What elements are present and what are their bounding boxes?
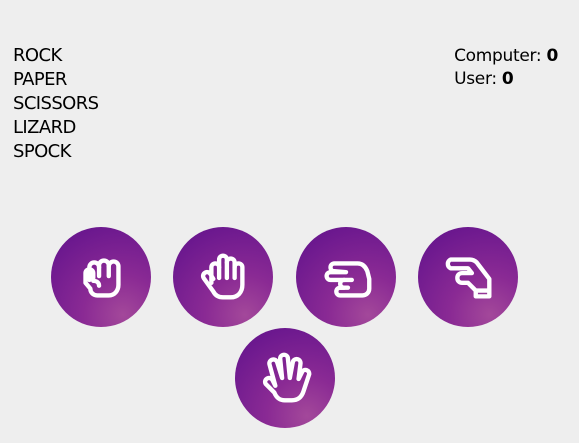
computer-score-value: 0 — [546, 46, 558, 66]
paper-button[interactable] — [173, 227, 273, 327]
scoreboard: Computer: 0 User: 0 — [454, 45, 558, 91]
rock-button[interactable] — [51, 227, 151, 327]
spock-button[interactable] — [235, 328, 335, 428]
user-score-row: User: 0 — [454, 68, 558, 91]
hand-paper-icon — [200, 253, 245, 300]
game-title: ROCK PAPER SCISSORS LIZARD SPOCK — [13, 44, 99, 164]
title-line-rock: ROCK — [13, 45, 62, 66]
title-line-spock: SPOCK — [13, 141, 71, 162]
computer-score-row: Computer: 0 — [454, 45, 558, 68]
hand-spock-icon — [262, 352, 312, 403]
user-score-value: 0 — [501, 69, 514, 89]
hand-lizard-icon — [445, 257, 492, 299]
hand-scissors-icon — [324, 261, 372, 298]
title-line-paper: PAPER — [13, 69, 67, 90]
user-score-label: User: — [454, 69, 497, 89]
title-line-lizard: LIZARD — [13, 117, 76, 138]
lizard-button[interactable] — [418, 227, 518, 327]
title-line-scissors: SCISSORS — [13, 93, 99, 114]
hand-rock-icon — [83, 258, 121, 298]
scissors-button[interactable] — [296, 227, 396, 327]
computer-score-label: Computer: — [454, 46, 542, 66]
